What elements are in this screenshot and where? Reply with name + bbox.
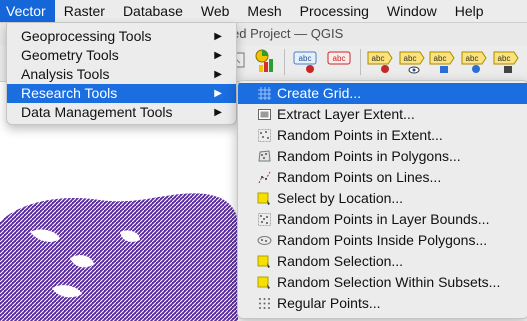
research-tools-submenu: Create Grid... Extract Layer Extent... R… xyxy=(237,80,527,319)
window-title: ed Project — QGIS xyxy=(232,26,344,41)
menu-item-geoprocessing-tools[interactable]: Geoprocessing Tools ▶ xyxy=(7,27,236,46)
svg-text:abc: abc xyxy=(299,54,312,63)
chevron-right-icon: ▶ xyxy=(214,107,222,118)
menu-web[interactable]: Web xyxy=(192,0,239,22)
label-tool-icon-3[interactable]: abc xyxy=(366,47,394,77)
menu-help[interactable]: Help xyxy=(446,0,493,22)
map-landmass xyxy=(0,193,238,321)
random-points-extent-icon xyxy=(258,129,271,142)
menu-item-random-selection[interactable]: Random Selection... xyxy=(238,251,527,272)
vector-menu-dropdown: Geoprocessing Tools ▶ Geometry Tools ▶ A… xyxy=(6,23,237,125)
label-tool-icon-5[interactable]: abc xyxy=(428,47,456,77)
random-points-lines-icon xyxy=(258,171,271,184)
menu-item-random-points-in-polygons[interactable]: Random Points in Polygons... xyxy=(238,146,527,167)
menu-item-random-points-in-layer-bounds[interactable]: Random Points in Layer Bounds... xyxy=(238,209,527,230)
svg-text:abc: abc xyxy=(434,54,447,63)
random-points-bounds-icon xyxy=(258,213,271,226)
menu-item-research-tools[interactable]: Research Tools ▶ xyxy=(7,84,236,103)
random-selection-subsets-icon xyxy=(257,276,270,289)
label-tool-icon-4[interactable]: abc xyxy=(398,47,426,77)
chevron-right-icon: ▶ xyxy=(214,69,222,80)
menu-item-random-points-on-lines[interactable]: Random Points on Lines... xyxy=(238,167,527,188)
menu-item-random-selection-within-subsets[interactable]: Random Selection Within Subsets... xyxy=(238,272,527,293)
layer-extent-icon xyxy=(258,109,271,120)
svg-text:abc: abc xyxy=(466,54,479,63)
menu-database[interactable]: Database xyxy=(114,0,192,22)
menu-item-data-management-tools[interactable]: Data Management Tools ▶ xyxy=(7,103,236,122)
menu-item-analysis-tools[interactable]: Analysis Tools ▶ xyxy=(7,65,236,84)
svg-text:abc: abc xyxy=(333,54,346,63)
menu-raster[interactable]: Raster xyxy=(55,0,114,22)
menu-item-random-points-inside-polygons[interactable]: Random Points Inside Polygons... xyxy=(238,230,527,251)
label-tool-icon-6[interactable]: abc xyxy=(460,47,488,77)
chevron-right-icon: ▶ xyxy=(214,50,222,61)
menu-item-create-grid[interactable]: Create Grid... xyxy=(238,83,527,104)
svg-text:abc: abc xyxy=(404,54,417,63)
menu-mesh[interactable]: Mesh xyxy=(238,0,290,22)
menu-vector[interactable]: Vector xyxy=(0,0,55,22)
menu-item-select-by-location[interactable]: Select by Location... xyxy=(238,188,527,209)
menu-window[interactable]: Window xyxy=(378,0,446,22)
menu-item-regular-points[interactable]: Regular Points... xyxy=(238,293,527,314)
chevron-right-icon: ▶ xyxy=(214,31,222,42)
random-points-polygons-icon xyxy=(258,150,271,162)
svg-text:abc: abc xyxy=(372,54,385,63)
menu-processing[interactable]: Processing xyxy=(291,0,378,22)
random-points-inside-icon xyxy=(257,236,272,245)
grid-icon xyxy=(258,87,271,100)
svg-text:abc: abc xyxy=(498,54,511,63)
label-tool-icon-7[interactable]: abc xyxy=(492,47,520,77)
random-selection-icon xyxy=(257,255,270,268)
select-location-icon xyxy=(257,192,270,205)
chevron-right-icon: ▶ xyxy=(214,88,222,99)
label-tool-icon-2[interactable]: abc xyxy=(326,47,354,77)
menu-item-random-points-in-extent[interactable]: Random Points in Extent... xyxy=(238,125,527,146)
menu-item-extract-layer-extent[interactable]: Extract Layer Extent... xyxy=(238,104,527,125)
regular-points-icon xyxy=(259,298,270,309)
chart-diagram-icon[interactable] xyxy=(252,47,280,77)
menu-item-geometry-tools[interactable]: Geometry Tools ▶ xyxy=(7,46,236,65)
label-tool-icon-1[interactable]: abc xyxy=(292,47,320,77)
menu-bar: Vector Raster Database Web Mesh Processi… xyxy=(0,0,527,23)
